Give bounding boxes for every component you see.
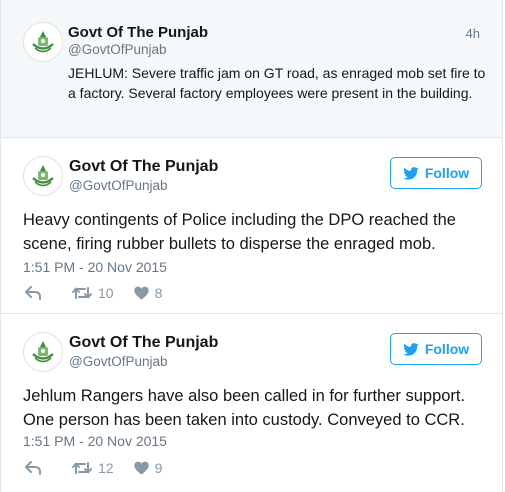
avatar[interactable]: [23, 156, 63, 196]
reply-icon: [25, 286, 41, 300]
tweet-text: JEHLUM: Severe traffic jam on GT road, a…: [68, 65, 486, 101]
author-handle[interactable]: @GovtOfPunjab: [69, 178, 168, 193]
tweet-timestamp[interactable]: 1:51 PM - 20 Nov 2015: [23, 259, 167, 275]
tweet-embed: Govt Of The Punjab @GovtOfPunjab 4h JEHL…: [0, 0, 503, 492]
like-button[interactable]: 9: [133, 460, 163, 476]
follow-button[interactable]: Follow: [390, 157, 482, 189]
retweet-button[interactable]: 12: [72, 460, 114, 476]
follow-button[interactable]: Follow: [390, 333, 482, 365]
author-handle[interactable]: @GovtOfPunjab: [69, 354, 168, 369]
tweet: Govt Of The Punjab @GovtOfPunjab Follow …: [1, 314, 502, 492]
bird-icon: [403, 166, 419, 180]
tweet-actions: 12 9: [25, 459, 162, 477]
punjab-emblem-icon: [26, 159, 60, 193]
tweet-actions: 10 8: [25, 284, 162, 302]
retweet-count: 10: [98, 285, 114, 301]
avatar[interactable]: [23, 22, 63, 62]
heart-icon: [133, 461, 149, 475]
like-count: 8: [154, 285, 163, 301]
reply-button[interactable]: [25, 286, 41, 300]
punjab-emblem-icon: [26, 335, 60, 369]
follow-label: Follow: [424, 165, 470, 181]
retweet-count: 12: [98, 460, 114, 476]
retweet-icon: [72, 462, 92, 474]
parent-tweet[interactable]: Govt Of The Punjab @GovtOfPunjab 4h JEHL…: [1, 0, 502, 138]
tweet-text: Jehlum Rangers have also been called in …: [23, 387, 466, 429]
retweet-icon: [72, 287, 92, 299]
tweet: Govt Of The Punjab @GovtOfPunjab Follow …: [1, 138, 502, 314]
retweet-button[interactable]: 10: [72, 285, 114, 301]
like-count: 9: [154, 460, 163, 476]
author-name[interactable]: Govt Of The Punjab: [69, 334, 218, 352]
tweet-time[interactable]: 4h: [466, 26, 480, 41]
like-button[interactable]: 8: [133, 285, 163, 301]
author-name[interactable]: Govt Of The Punjab: [69, 158, 218, 176]
author-handle[interactable]: @GovtOfPunjab: [68, 42, 167, 57]
reply-icon: [25, 461, 41, 475]
heart-icon: [133, 286, 149, 300]
tweet-text: Heavy contingents of Police including th…: [23, 211, 456, 253]
avatar[interactable]: [23, 332, 63, 372]
reply-button[interactable]: [25, 461, 41, 475]
follow-label: Follow: [424, 341, 470, 357]
bird-icon: [403, 342, 419, 356]
author-name[interactable]: Govt Of The Punjab: [68, 24, 208, 41]
punjab-emblem-icon: [26, 25, 60, 59]
tweet-timestamp[interactable]: 1:51 PM - 20 Nov 2015: [23, 433, 167, 449]
